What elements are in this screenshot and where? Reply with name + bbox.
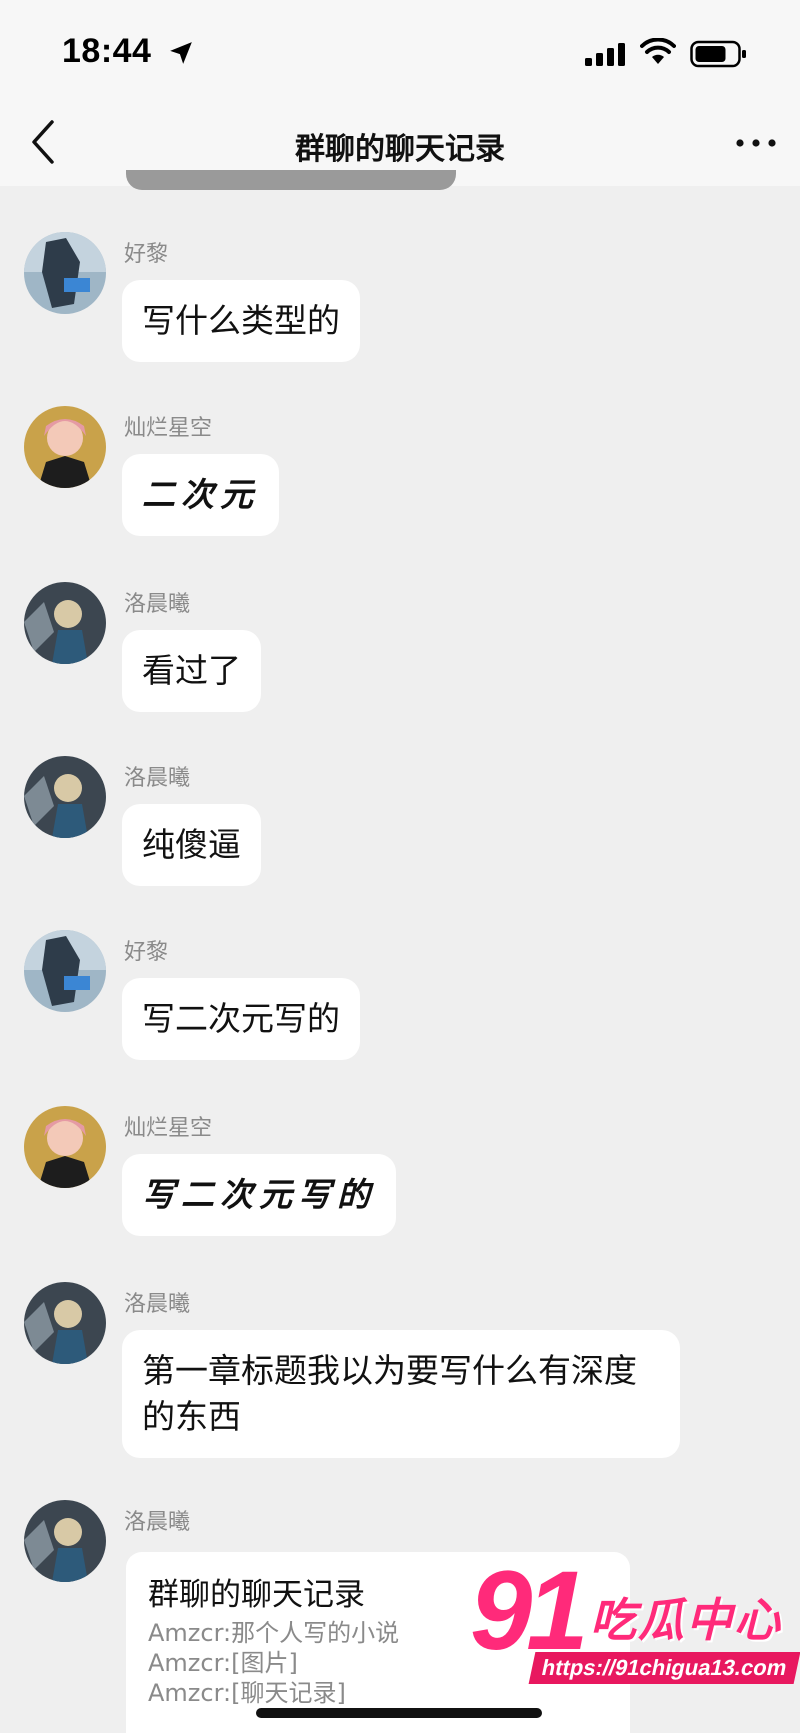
message-bubble[interactable]: 第一章标题我以为要写什么有深度 的东西 [122, 1330, 680, 1458]
message-bubble[interactable]: 写什么类型的 [122, 280, 360, 362]
sender-name: 洛晨曦 [124, 1510, 191, 1535]
page-title: 群聊的聊天记录 [295, 132, 505, 167]
sender-name: 好黎 [124, 940, 169, 965]
watermark-url: https://91chigua13.com [528, 1652, 800, 1684]
wifi-icon [640, 38, 676, 64]
avatar-image-icon [24, 582, 106, 664]
avatar-image-icon [24, 1282, 106, 1364]
avatar[interactable] [24, 1500, 106, 1582]
watermark-logo: 91 吃瓜中心 https://91chigua13.com [470, 1548, 800, 1702]
avatar[interactable] [24, 1106, 106, 1188]
message-bubble[interactable]: 二次元 [122, 454, 279, 536]
avatar[interactable] [24, 232, 106, 314]
avatar-image-icon [24, 930, 106, 1012]
watermark-name: 吃瓜中心 [590, 1593, 782, 1647]
status-time: 18:44 [62, 32, 152, 70]
avatar[interactable] [24, 756, 106, 838]
message-bubble[interactable]: 写二次元写的 [122, 978, 360, 1060]
status-bar: 18:44 [0, 0, 800, 100]
message-bubble[interactable]: 纯傻逼 [122, 804, 261, 886]
sender-name: 灿烂星空 [124, 1116, 213, 1141]
message-bubble[interactable]: 看过了 [122, 630, 261, 712]
avatar[interactable] [24, 930, 106, 1012]
avatar-image-icon [24, 232, 106, 314]
avatar-image-icon [24, 406, 106, 488]
sender-name: 灿烂星空 [124, 416, 213, 441]
battery-icon [690, 40, 746, 68]
sender-name: 洛晨曦 [124, 1292, 191, 1317]
location-arrow-icon [170, 42, 192, 64]
sender-name: 洛晨曦 [124, 592, 191, 617]
avatar-image-icon [24, 1106, 106, 1188]
previous-message-bubble[interactable] [126, 170, 456, 190]
avatar[interactable] [24, 1282, 106, 1364]
sender-name: 洛晨曦 [124, 766, 191, 791]
signal-icon [585, 43, 625, 66]
avatar-image-icon [24, 1500, 106, 1582]
sender-name: 好黎 [124, 242, 169, 267]
message-line: 的东西 [142, 1397, 241, 1436]
home-indicator [256, 1708, 542, 1718]
avatar-image-icon [24, 756, 106, 838]
avatar[interactable] [24, 406, 106, 488]
avatar[interactable] [24, 582, 106, 664]
message-line: 第一章标题我以为要写什么有深度 [142, 1351, 637, 1390]
more-dots-icon[interactable] [734, 130, 778, 156]
message-bubble[interactable]: 写二次元写的 [122, 1154, 396, 1236]
